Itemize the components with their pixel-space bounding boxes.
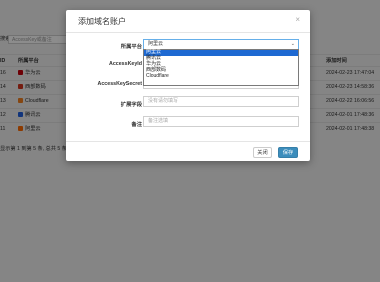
chevron-down-icon: ⌄ [290,41,295,47]
platform-dropdown-list: 阿里云 腾讯云 华为云 西部数码 Cloudflare [143,49,299,86]
ext-field-label: 扩展字段 [120,102,142,108]
modal-footer: 关闭 保存 [66,141,310,162]
save-button[interactable]: 保存 [278,147,298,158]
accesskeyid-label: AccessKeyId [109,61,142,67]
ext-field-input[interactable]: 没有请勿填写 [143,96,299,107]
modal-title: 添加域名账户 [78,17,126,26]
close-icon[interactable]: × [295,15,300,24]
remark-input[interactable]: 备注选填 [143,116,299,127]
dropdown-option-cloudflare[interactable]: Cloudflare [144,73,298,80]
close-button[interactable]: 关闭 [253,147,272,158]
remark-label: 备注 [131,122,142,128]
accesskeysecret-label: AccessKeySecret [97,81,142,87]
platform-label: 所属平台 [120,44,142,50]
modal-header: 添加域名账户 × [66,10,310,33]
